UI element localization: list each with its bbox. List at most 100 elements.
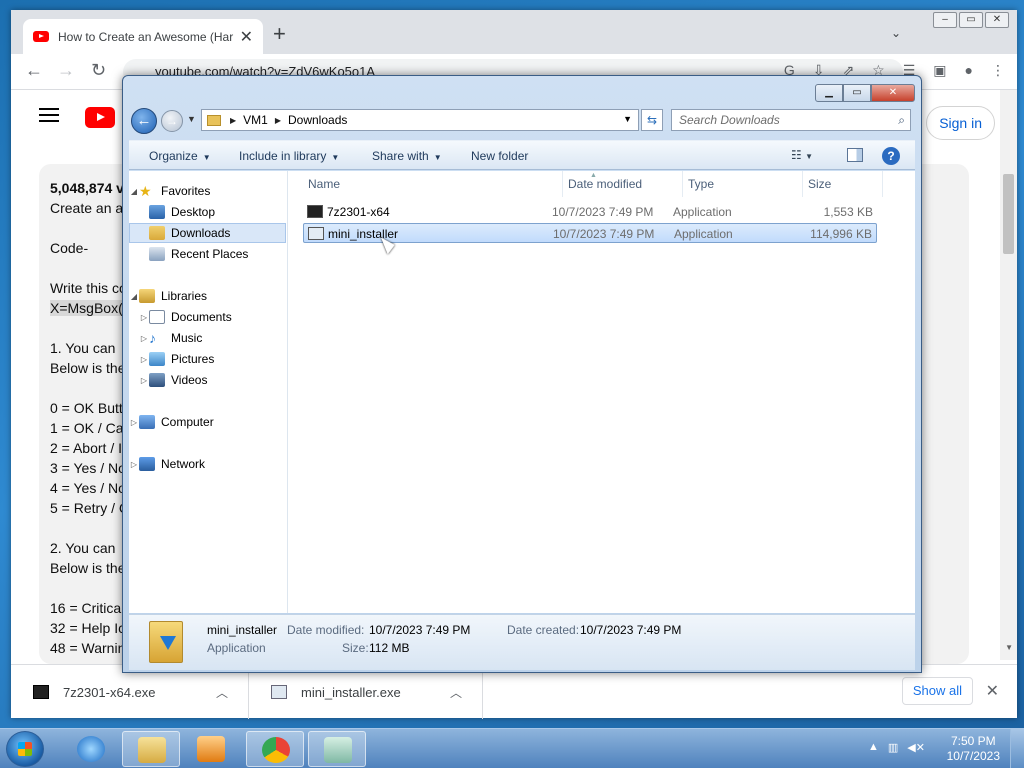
column-header-size[interactable]: Size bbox=[803, 171, 883, 197]
collapsed-arrow-icon[interactable]: ▷ bbox=[129, 460, 139, 469]
include-in-library-button[interactable]: Include in library ▼ bbox=[239, 149, 339, 163]
nav-pictures[interactable]: ▷ Pictures bbox=[129, 349, 286, 369]
scroll-thumb[interactable] bbox=[1003, 174, 1014, 254]
help-icon[interactable]: ? bbox=[882, 147, 900, 165]
change-view-icon[interactable]: ☷ ▼ bbox=[791, 148, 813, 162]
youtube-logo-icon[interactable] bbox=[85, 107, 115, 128]
pictures-icon bbox=[149, 352, 165, 366]
reload-icon[interactable]: ↻ bbox=[91, 60, 106, 81]
preview-pane-icon[interactable] bbox=[847, 148, 863, 162]
more-menu-icon[interactable]: ⋮ bbox=[991, 62, 1005, 79]
search-icon[interactable]: ⌕ bbox=[898, 110, 905, 130]
close-tab-icon[interactable]: ✕ bbox=[240, 27, 253, 47]
back-arrow-icon[interactable]: ← bbox=[131, 108, 157, 134]
size-label: Size: bbox=[342, 641, 369, 655]
forward-arrow-icon[interactable]: → bbox=[161, 110, 183, 132]
chevron-up-icon[interactable]: ︿ bbox=[216, 684, 228, 701]
tab-strip: How to Create an Awesome (Har ✕ + ⌄ – ▭ … bbox=[11, 10, 1017, 54]
taskbar-chrome[interactable] bbox=[246, 731, 304, 767]
chevron-right-icon[interactable]: ▶ bbox=[275, 116, 281, 125]
start-button[interactable] bbox=[6, 731, 44, 767]
hamburger-menu-icon[interactable] bbox=[39, 108, 59, 122]
collapsed-arrow-icon[interactable]: ▷ bbox=[139, 355, 149, 364]
column-header-date-modified[interactable]: Date modified bbox=[563, 171, 683, 197]
close-button[interactable]: ✕ bbox=[985, 12, 1009, 28]
show-hidden-icons-icon[interactable]: ▲ bbox=[868, 741, 879, 754]
column-header-type[interactable]: Type bbox=[683, 171, 803, 197]
nav-label: Videos bbox=[171, 373, 208, 387]
explorer-navigation-bar: ← → ▼ ▶ VM1 ▶ Downloads ▼ ⇆ Search Downl… bbox=[131, 108, 915, 134]
nav-network[interactable]: ▷ Network bbox=[129, 454, 286, 474]
volume-muted-icon[interactable]: ◀✕ bbox=[907, 741, 925, 754]
nav-videos[interactable]: ▷ Videos bbox=[129, 370, 286, 390]
nav-music[interactable]: ▷ ♪ Music bbox=[129, 328, 286, 348]
collapsed-arrow-icon[interactable]: ▷ bbox=[139, 334, 149, 343]
page-scrollbar[interactable]: ▲ ▼ bbox=[1000, 90, 1017, 660]
collapsed-arrow-icon[interactable]: ▷ bbox=[139, 376, 149, 385]
show-desktop-button[interactable] bbox=[1010, 729, 1024, 768]
close-button[interactable]: ✕ bbox=[871, 84, 915, 102]
share-with-button[interactable]: Share with ▼ bbox=[372, 149, 442, 163]
installer-file-icon bbox=[271, 685, 287, 699]
sign-in-button[interactable]: Sign in bbox=[926, 106, 995, 140]
collapsed-arrow-icon[interactable]: ▷ bbox=[129, 418, 139, 427]
address-bar[interactable]: ▶ VM1 ▶ Downloads ▼ bbox=[201, 109, 639, 131]
breadcrumb-item[interactable]: Downloads bbox=[288, 113, 347, 127]
new-tab-button[interactable]: + bbox=[273, 23, 286, 45]
new-folder-button[interactable]: New folder bbox=[471, 149, 528, 163]
nav-downloads[interactable]: Downloads bbox=[129, 223, 286, 243]
7zip-file-icon bbox=[307, 205, 323, 218]
download-filename: 7z2301-x64.exe bbox=[63, 684, 156, 700]
minimize-button[interactable]: – bbox=[933, 12, 957, 28]
maximize-button[interactable]: ▭ bbox=[959, 12, 983, 28]
expand-arrow-icon[interactable]: ◢ bbox=[129, 292, 139, 301]
nav-recent-places[interactable]: Recent Places bbox=[129, 244, 286, 264]
folder-icon bbox=[207, 114, 221, 126]
chevron-right-icon[interactable]: ▶ bbox=[230, 116, 236, 125]
organize-button[interactable]: Organize ▼ bbox=[149, 149, 211, 163]
computer-icon bbox=[139, 415, 155, 429]
file-date: 10/7/2023 7:49 PM bbox=[552, 205, 654, 219]
nav-libraries[interactable]: ◢ Libraries bbox=[129, 286, 286, 306]
breadcrumb-item[interactable]: VM1 bbox=[243, 113, 268, 127]
chevron-up-icon[interactable]: ︿ bbox=[450, 684, 462, 701]
taskbar-explorer[interactable] bbox=[122, 731, 180, 767]
address-dropdown-icon[interactable]: ▼ bbox=[623, 114, 632, 124]
chrome-icon bbox=[262, 737, 290, 763]
nav-label: Desktop bbox=[171, 205, 216, 219]
column-header-name[interactable]: Name bbox=[303, 171, 563, 197]
nav-documents[interactable]: ▷ Documents bbox=[129, 307, 286, 327]
network-status-icon[interactable]: ▥ bbox=[888, 741, 898, 754]
nav-computer[interactable]: ▷ Computer bbox=[129, 412, 286, 432]
file-row[interactable]: 7z2301-x64 10/7/2023 7:49 PM Application… bbox=[303, 202, 877, 222]
expand-arrow-icon[interactable]: ◢ bbox=[129, 187, 139, 196]
back-arrow-icon[interactable]: ← bbox=[25, 60, 43, 81]
maximize-button[interactable]: ▭ bbox=[843, 84, 871, 102]
collapsed-arrow-icon[interactable]: ▷ bbox=[139, 313, 149, 322]
browser-tab[interactable]: How to Create an Awesome (Har ✕ bbox=[23, 19, 263, 54]
minimize-button[interactable]: ▁ bbox=[815, 84, 843, 102]
nav-label: Recent Places bbox=[171, 247, 249, 261]
side-panel-icon[interactable]: ▣ bbox=[933, 62, 946, 79]
profile-avatar-icon[interactable]: ● bbox=[965, 62, 973, 79]
videos-icon bbox=[149, 373, 165, 387]
taskbar-installer[interactable] bbox=[308, 731, 366, 767]
details-pane: mini_installer Application Date modified… bbox=[129, 614, 915, 670]
show-all-button[interactable]: Show all bbox=[901, 677, 973, 705]
taskbar-media-player[interactable] bbox=[182, 731, 240, 767]
music-icon: ♪ bbox=[149, 330, 156, 346]
download-item[interactable]: 7z2301-x64.exe ︿ bbox=[11, 665, 249, 719]
nav-favorites[interactable]: ◢ ★ Favorites bbox=[129, 181, 286, 201]
recent-pages-chevron-icon[interactable]: ▼ bbox=[187, 114, 196, 124]
taskbar-internet-explorer[interactable] bbox=[62, 731, 120, 767]
clock[interactable]: 7:50 PM 10/7/2023 bbox=[947, 734, 1000, 764]
scroll-down-icon[interactable]: ▼ bbox=[1005, 643, 1013, 652]
download-item[interactable]: mini_installer.exe ︿ bbox=[249, 665, 483, 719]
internet-explorer-icon bbox=[77, 736, 105, 762]
forward-arrow-icon[interactable]: → bbox=[57, 60, 75, 81]
tab-search-chevron-icon[interactable]: ⌄ bbox=[891, 26, 901, 40]
search-input[interactable]: Search Downloads ⌕ bbox=[671, 109, 911, 131]
nav-desktop[interactable]: Desktop bbox=[129, 202, 286, 222]
refresh-icon[interactable]: ⇆ bbox=[641, 109, 663, 131]
close-shelf-icon[interactable]: ✕ bbox=[986, 681, 999, 701]
